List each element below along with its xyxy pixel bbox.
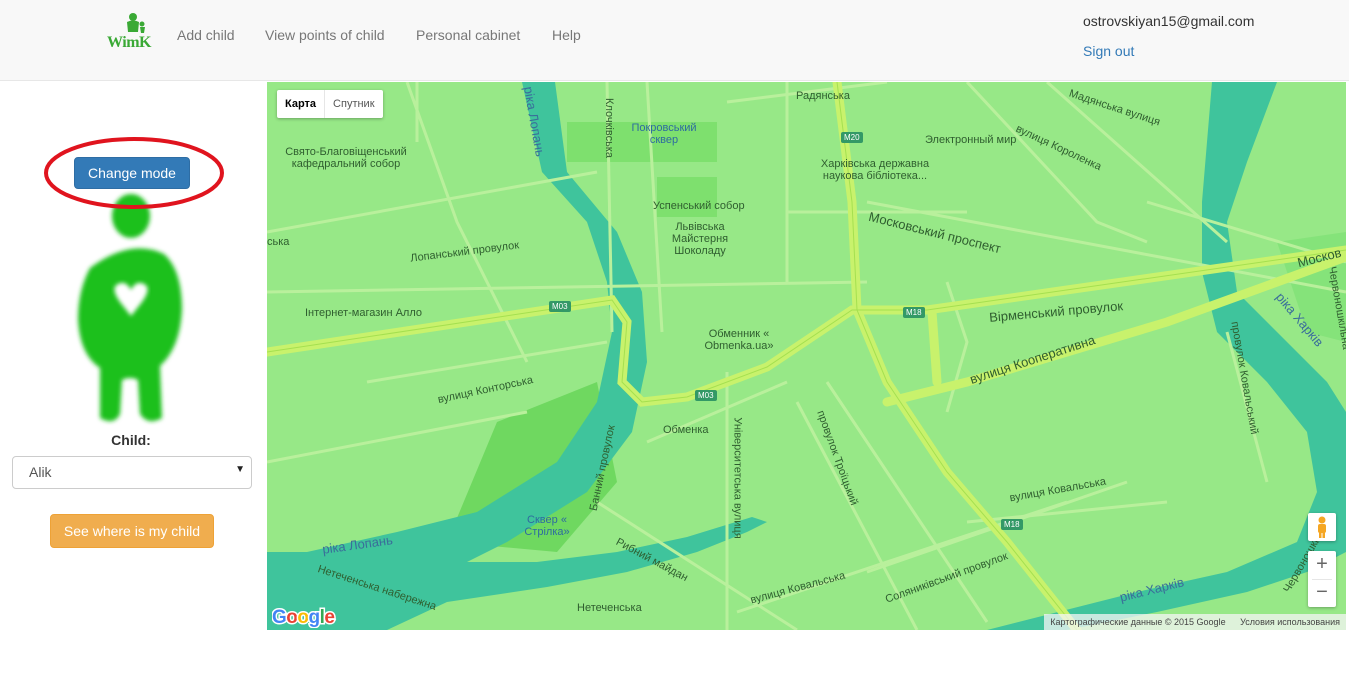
label-netechenska: Нетеченська [577, 602, 642, 614]
brand-logo[interactable]: WimK [100, 12, 158, 54]
zoom-out-button[interactable]: − [1308, 579, 1336, 607]
child-label: Child: [111, 432, 151, 448]
nav-personal-cabinet[interactable]: Personal cabinet [416, 27, 520, 43]
child-select[interactable]: Alik ▼ [12, 456, 252, 489]
map-type-control: Карта Спутник [277, 90, 383, 118]
terms-link[interactable]: Условия использования [1240, 617, 1340, 627]
navbar: WimK Add child View points of child Pers… [0, 0, 1349, 81]
shield-m03a: M03 [549, 301, 571, 312]
shield-m18b: M18 [1001, 519, 1023, 530]
google-logo: Google [271, 604, 342, 630]
map-canvas [267, 82, 1346, 630]
see-child-button[interactable]: See where is my child [50, 514, 214, 548]
svg-text:Google: Google [272, 607, 334, 628]
label-pokrovsky: Покровський сквер [631, 122, 697, 146]
label-blagovishch: Свято-Благовіщенський кафедральний собор [285, 146, 407, 170]
label-klochkivska: Клочківська [602, 98, 615, 158]
map-type-map-button[interactable]: Карта [277, 90, 326, 118]
shield-m03b: M03 [695, 390, 717, 401]
child-figure-icon [78, 194, 182, 422]
label-obmennik: Обменник « Obmenka.ua» [704, 328, 774, 352]
map-attribution: Картографические данные © 2015 Google Ус… [1044, 614, 1346, 630]
zoom-control: + − [1308, 551, 1336, 607]
map-type-satellite-button[interactable]: Спутник [325, 90, 382, 118]
chevron-down-icon: ▼ [235, 464, 245, 475]
street-view-pegman-icon[interactable] [1308, 513, 1336, 541]
zoom-in-button[interactable]: + [1308, 551, 1336, 579]
label-uspensky: Успенський собор [653, 200, 745, 212]
shield-m18a: M18 [903, 307, 925, 318]
sign-out-link[interactable]: Sign out [1083, 43, 1134, 59]
label-skver: Сквер « Стрілка» [524, 514, 570, 538]
shield-m20: M20 [841, 132, 863, 143]
child-select-value: Alik [29, 464, 52, 480]
label-universytetska: Університетська вулиця [731, 417, 744, 539]
brand-text: WimK [107, 34, 151, 51]
logo-icon [127, 13, 145, 33]
user-email: ostrovskiyan15@gmail.com [1083, 13, 1255, 29]
label-radianska: Радянська [796, 90, 850, 102]
label-biblioteka: Харківська державна наукова бібліотека..… [820, 158, 930, 182]
nav-add-child[interactable]: Add child [177, 27, 235, 43]
highlight-ellipse [44, 137, 224, 209]
map-data-credit: Картографические данные © 2015 Google [1050, 617, 1226, 627]
label-obmenka: Обменка [663, 424, 709, 436]
label-lvivska: Львівська Майстерня Шоколаду [671, 221, 729, 257]
nav-view-points[interactable]: View points of child [265, 27, 385, 43]
label-allo: Інтернет-магазин Алло [305, 307, 422, 319]
map-view[interactable]: Радянська Покровський сквер Электронный … [267, 82, 1346, 630]
label-electronny: Электронный мир [925, 134, 1017, 146]
label-riska: ська [267, 236, 290, 248]
nav-help[interactable]: Help [552, 27, 581, 43]
